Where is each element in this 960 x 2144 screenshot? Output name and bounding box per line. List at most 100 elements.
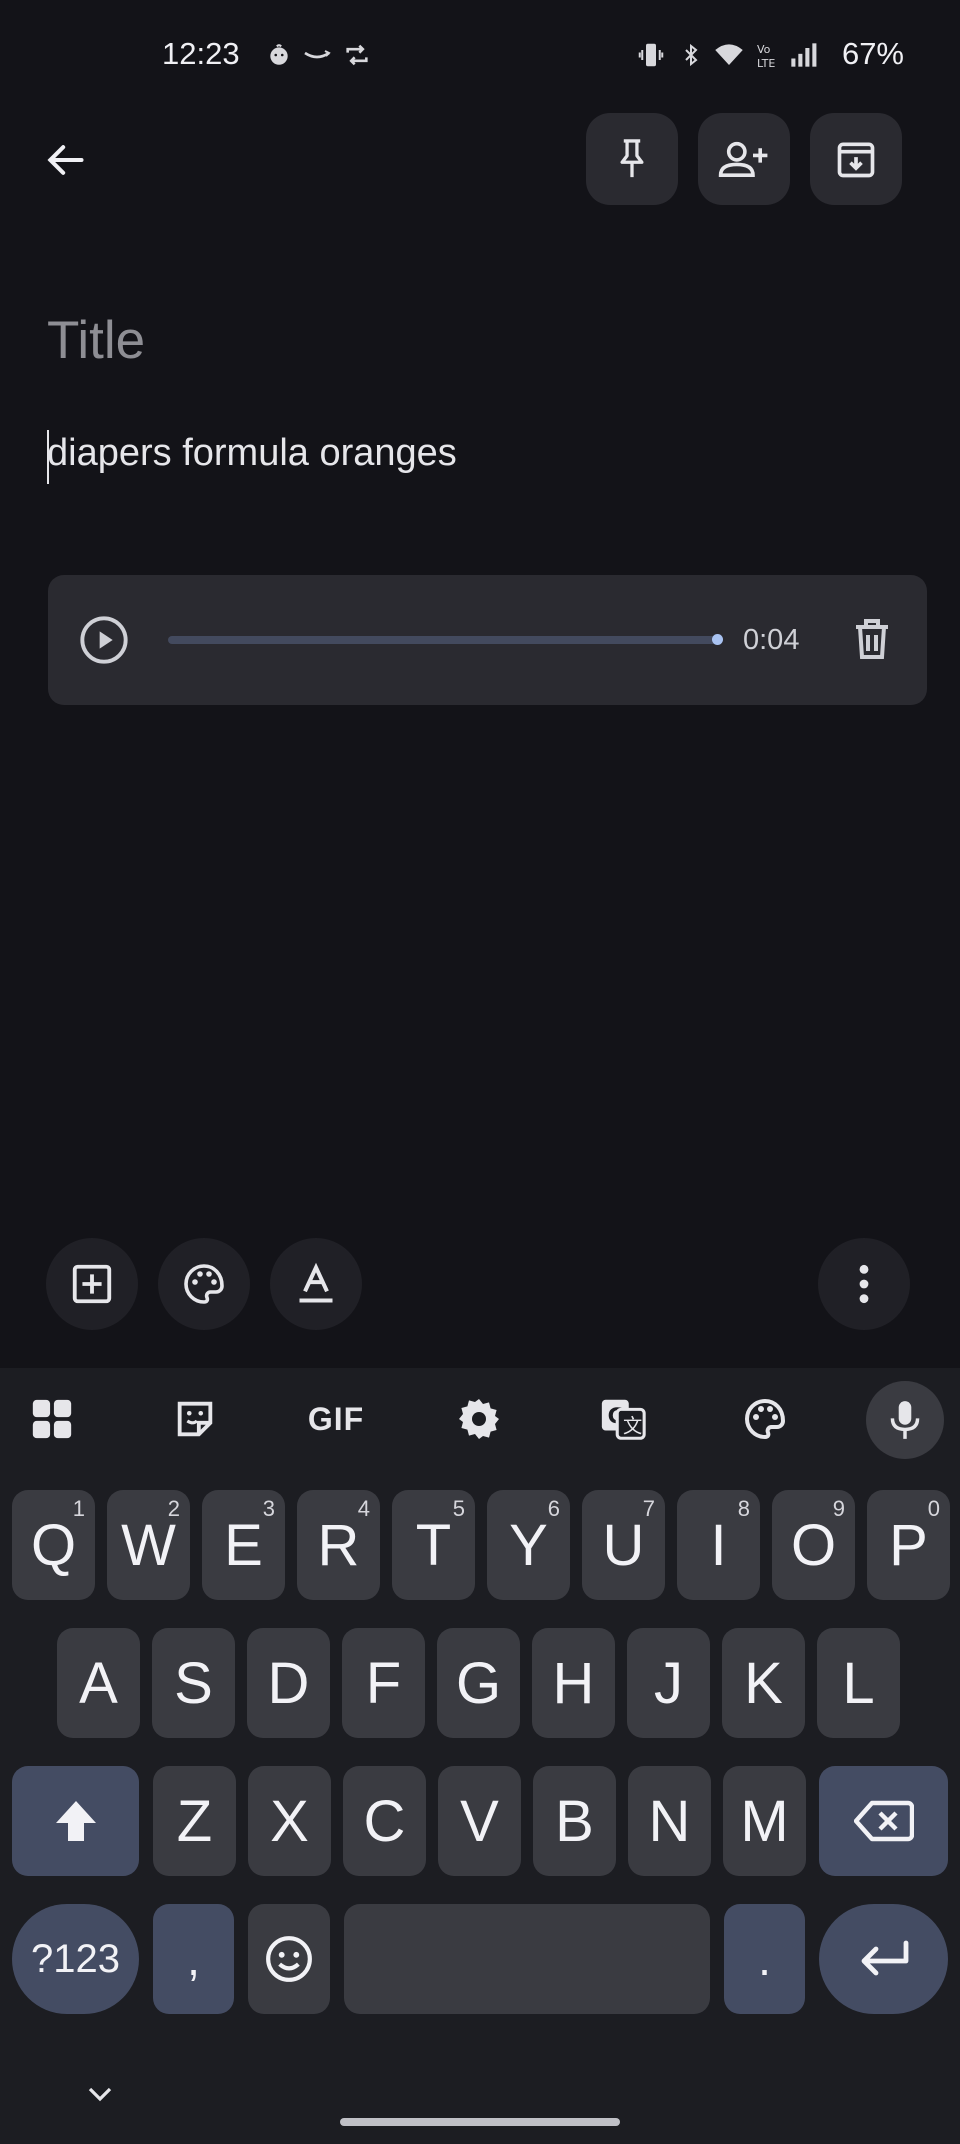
note-body-input[interactable]: diapers formula oranges — [47, 432, 457, 475]
key-e[interactable]: E3 — [202, 1490, 285, 1600]
key-a[interactable]: A — [57, 1628, 140, 1738]
wifi-icon — [712, 38, 746, 72]
shift-key[interactable] — [12, 1766, 139, 1876]
keyboard-apps-button[interactable] — [17, 1383, 87, 1455]
enter-key[interactable] — [819, 1904, 948, 2014]
back-button[interactable] — [30, 114, 100, 206]
key-number-hint: 6 — [547, 1496, 560, 1521]
key-label: U — [602, 1512, 645, 1578]
translate-icon: G文 — [601, 1399, 646, 1440]
baby-icon — [262, 38, 296, 72]
key-o[interactable]: O9 — [772, 1490, 855, 1600]
archive-button[interactable] — [810, 113, 902, 205]
sticker-icon — [177, 1401, 213, 1437]
svg-text:Vo: Vo — [757, 43, 771, 56]
key-z[interactable]: Z — [153, 1766, 236, 1876]
signal-icon — [786, 38, 820, 72]
key-number-hint: 0 — [927, 1496, 940, 1521]
backspace-key[interactable] — [819, 1766, 948, 1876]
more-options-button[interactable] — [818, 1238, 910, 1330]
bluetooth-icon — [674, 38, 708, 72]
key-c[interactable]: C — [343, 1766, 426, 1876]
add-collaborator-button[interactable] — [698, 113, 790, 205]
pin-button[interactable] — [586, 113, 678, 205]
key-number-hint: 3 — [262, 1496, 275, 1521]
status-bar: 12:23 Vo LTE 67% — [0, 0, 960, 110]
comma-key[interactable]: , — [153, 1904, 234, 2014]
text-format-icon — [299, 1262, 333, 1303]
key-s[interactable]: S — [152, 1628, 235, 1738]
apps-grid-icon — [32, 1399, 72, 1439]
volte-icon: Vo LTE — [750, 38, 784, 72]
audio-duration: 0:04 — [743, 624, 800, 656]
key-q[interactable]: Q1 — [12, 1490, 95, 1600]
key-f[interactable]: F — [342, 1628, 425, 1738]
translate-button[interactable]: G文 — [588, 1383, 658, 1455]
key-j[interactable]: J — [627, 1628, 710, 1738]
key-b[interactable]: B — [533, 1766, 616, 1876]
key-k[interactable]: K — [722, 1628, 805, 1738]
emoji-icon — [266, 1936, 312, 1982]
key-i[interactable]: I8 — [677, 1490, 760, 1600]
key-number-hint: 7 — [642, 1496, 655, 1521]
voice-input-button[interactable] — [866, 1381, 944, 1459]
play-button[interactable] — [78, 614, 130, 666]
key-label: R — [317, 1512, 360, 1578]
space-bar[interactable] — [344, 1904, 710, 2014]
play-icon — [80, 616, 128, 664]
key-l[interactable]: L — [817, 1628, 900, 1738]
amazon-icon — [300, 38, 334, 72]
sticker-button[interactable] — [160, 1383, 230, 1455]
back-arrow-icon — [47, 145, 84, 175]
theme-palette-icon — [745, 1398, 786, 1440]
archive-icon — [837, 142, 875, 178]
text-format-button[interactable] — [270, 1238, 362, 1330]
key-v[interactable]: V — [438, 1766, 521, 1876]
delete-audio-button[interactable] — [848, 614, 900, 666]
key-number-hint: 4 — [357, 1496, 370, 1521]
hide-keyboard-button[interactable] — [80, 2078, 120, 2110]
gif-button[interactable]: GIF — [300, 1383, 372, 1455]
key-x[interactable]: X — [248, 1766, 331, 1876]
home-indicator[interactable] — [340, 2118, 620, 2126]
key-y[interactable]: Y6 — [487, 1490, 570, 1600]
chevron-down-icon — [88, 2087, 112, 2102]
pin-icon — [620, 139, 644, 178]
vibrate-icon — [634, 38, 668, 72]
key-p[interactable]: P0 — [867, 1490, 950, 1600]
symbols-key[interactable]: ?123 — [12, 1904, 139, 2014]
note-title-input[interactable]: Title — [47, 310, 145, 371]
key-t[interactable]: T5 — [392, 1490, 475, 1600]
svg-text:文: 文 — [623, 1414, 642, 1437]
key-h[interactable]: H — [532, 1628, 615, 1738]
key-m[interactable]: M — [723, 1766, 806, 1876]
settings-gear-icon — [459, 1399, 499, 1439]
theme-button[interactable] — [730, 1383, 800, 1455]
background-options-button[interactable] — [158, 1238, 250, 1330]
key-n[interactable]: N — [628, 1766, 711, 1876]
key-label: Y — [509, 1512, 548, 1578]
key-w[interactable]: W2 — [107, 1490, 190, 1600]
key-label: P — [889, 1512, 928, 1578]
key-label: O — [790, 1512, 837, 1578]
key-label: E — [224, 1512, 263, 1578]
key-number-hint: 2 — [167, 1496, 180, 1521]
key-number-hint: 9 — [832, 1496, 845, 1521]
key-d[interactable]: D — [247, 1628, 330, 1738]
emoji-key[interactable] — [248, 1904, 330, 2014]
key-number-hint: 5 — [452, 1496, 465, 1521]
key-g[interactable]: G — [437, 1628, 520, 1738]
key-r[interactable]: R4 — [297, 1490, 380, 1600]
keyboard-settings-button[interactable] — [444, 1383, 514, 1455]
audio-progress-track[interactable] — [168, 636, 718, 644]
keyboard — [0, 1368, 960, 2144]
key-label: T — [415, 1512, 452, 1578]
add-content-button[interactable] — [46, 1238, 138, 1330]
period-key[interactable]: . — [724, 1904, 805, 2014]
svg-text:LTE: LTE — [757, 57, 775, 70]
key-u[interactable]: U7 — [582, 1490, 665, 1600]
add-box-icon — [72, 1264, 112, 1304]
key-number-hint: 8 — [737, 1496, 750, 1521]
key-number-hint: 1 — [72, 1496, 85, 1521]
audio-progress-thumb[interactable] — [712, 634, 723, 645]
